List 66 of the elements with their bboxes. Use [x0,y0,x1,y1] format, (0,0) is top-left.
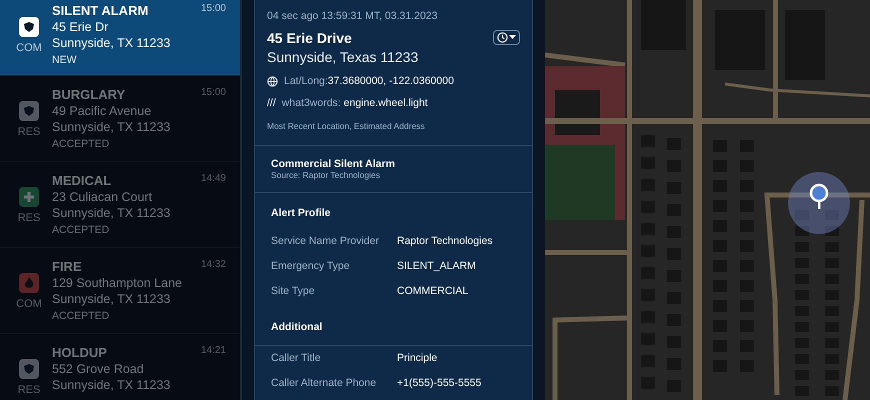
caret-icon [509,35,516,40]
field-label: Caller Alternate Phone [271,377,378,389]
shield-icon [23,363,35,375]
street-address: 129 Southampton Lane [52,276,183,290]
incident-item[interactable]: RES MEDICAL 14:49 23 Culiacan Court Sunnyside, TX 11233 ACCEPTED [0,162,240,248]
alarm-title: Commercial Silent Alarm [271,158,396,170]
latlong-value: 37.3680000, -122.0360000 [328,75,454,87]
latlong-label: Lat/Long: [284,75,328,87]
field-value: Principle [397,352,438,364]
incident-time: 14:49 [200,173,226,186]
site-type: COM [16,298,42,310]
street-address: 45 Erie Dr [52,20,110,34]
incident-status: ACCEPTED [52,224,110,236]
site-type: RES [18,212,40,224]
city-address: Sunnyside, TX 11233 [52,378,172,392]
city-address: Sunnyside, TX 11233 [52,206,172,220]
site-type: RES [18,126,40,138]
incident-status: ACCEPTED [52,138,110,150]
section-heading: Alert Profile [270,206,332,221]
timestamp: 04 sec ago 13:59:31 MT, 03.31.2023 [267,10,438,22]
incident-time: 14:32 [200,259,226,272]
history-dropdown[interactable] [493,30,520,45]
incident-time: 15:00 [200,87,226,100]
incident-time: 14:21 [200,345,226,358]
incident-title: MEDICAL [52,173,112,188]
clock-icon [497,32,508,43]
shield-icon [23,105,35,117]
incident-item[interactable]: COM FIRE 14:32 129 Southampton Lane Sunnyside, TX 11233 ACCEPTED [0,248,240,334]
street-address: 23 Culiacan Court [52,190,154,204]
city-address: Sunnyside, Texas 11233 [267,49,420,65]
field-label: Site Type [271,285,316,297]
field-label: Emergency Type [271,260,351,272]
incident-title: HOLDUP [52,345,107,360]
street-address: 45 Erie Drive [267,30,352,46]
site-type: COM [16,42,42,54]
incident-title: SILENT ALARM [52,3,148,18]
what3words-value: engine.wheel.light [344,97,428,109]
globe-icon [267,76,278,86]
incident-status: ACCEPTED [52,310,110,322]
incident-item[interactable]: RES BURGLARY 15:00 49 Pacific Avenue Sunnyside, TX 11233 ACCEPTED [0,76,240,162]
street-address: 49 Pacific Avenue [52,104,152,118]
city-address: Sunnyside, TX 11233 [52,36,172,50]
incident-status: NEW [52,54,78,66]
incident-item[interactable]: RES HOLDUP 14:21 552 Grove Road Sunnyside, TX 11233 [0,334,240,400]
field-value: COMMERCIAL [397,285,470,297]
field-value: +1(555)-555-5555 [397,377,482,389]
field-label: Caller Title [271,352,322,364]
field-label: Service Name Provider [271,235,380,247]
city-address: Sunnyside, TX 11233 [52,292,172,306]
what3words-label: what3words: [282,97,341,109]
incident-title: FIRE [52,259,82,274]
location-pin-icon [788,172,850,234]
incident-item[interactable]: COM SILENT ALARM 15:00 45 Erie Dr Sunnyside, TX 11233 NEW [0,0,240,76]
location-note: Most Recent Location, Estimated Address [267,121,426,131]
field-value: SILENT_ALARM [397,260,477,272]
alarm-source: Source: Raptor Technologies [271,170,381,180]
street-address: 552 Grove Road [52,362,145,376]
incident-title: BURGLARY [52,87,126,102]
site-type: RES [18,384,40,396]
what3words-mark: /// [267,97,276,109]
incident-time: 15:00 [200,3,226,16]
section-heading: Additional [255,311,532,346]
plus-icon [23,191,35,203]
city-address: Sunnyside, TX 11233 [52,120,172,134]
field-value: Raptor Technologies [397,235,494,247]
shield-icon [23,21,35,33]
